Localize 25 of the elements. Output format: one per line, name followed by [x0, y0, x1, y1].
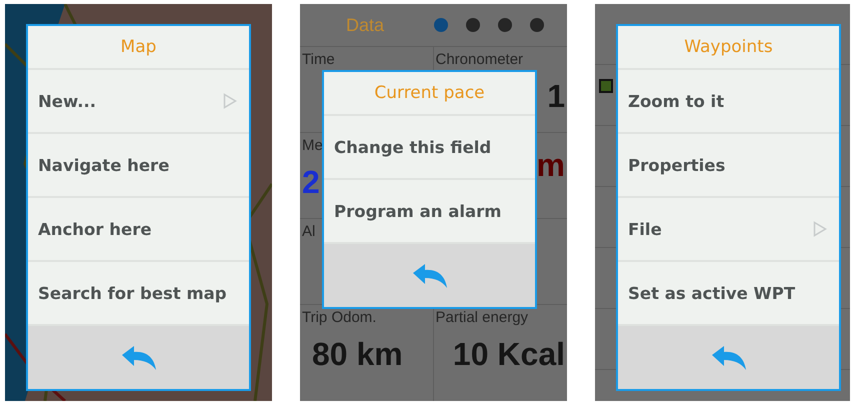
page-dot[interactable] [498, 18, 512, 32]
back-arrow-icon[interactable] [120, 344, 158, 370]
page-dot[interactable] [530, 18, 544, 32]
submenu-arrow-icon [813, 221, 827, 237]
field-label: Al [302, 223, 316, 240]
back-bar[interactable] [618, 326, 839, 389]
field-value: m [536, 147, 565, 184]
back-bar[interactable] [324, 244, 535, 307]
field-label: Me [302, 137, 323, 154]
field-label: Time [302, 51, 335, 68]
screen-title: Data [344, 14, 386, 36]
page-dot[interactable] [434, 18, 448, 32]
checkbox-icon [599, 79, 613, 93]
field-label: Chronometer [436, 51, 524, 68]
back-arrow-icon[interactable] [710, 344, 748, 370]
field-value: 80 km [311, 336, 403, 373]
field-value: 1 [547, 78, 565, 115]
page-dot[interactable] [466, 18, 480, 32]
field-value: 10 Kcal [452, 336, 565, 373]
back-bar[interactable] [28, 326, 249, 389]
field-value: 2 [302, 164, 320, 201]
back-arrow-icon[interactable] [410, 262, 448, 288]
submenu-arrow-icon [223, 93, 237, 109]
field-label: Trip Odom. [302, 309, 376, 326]
field-label: Partial energy [436, 309, 528, 326]
